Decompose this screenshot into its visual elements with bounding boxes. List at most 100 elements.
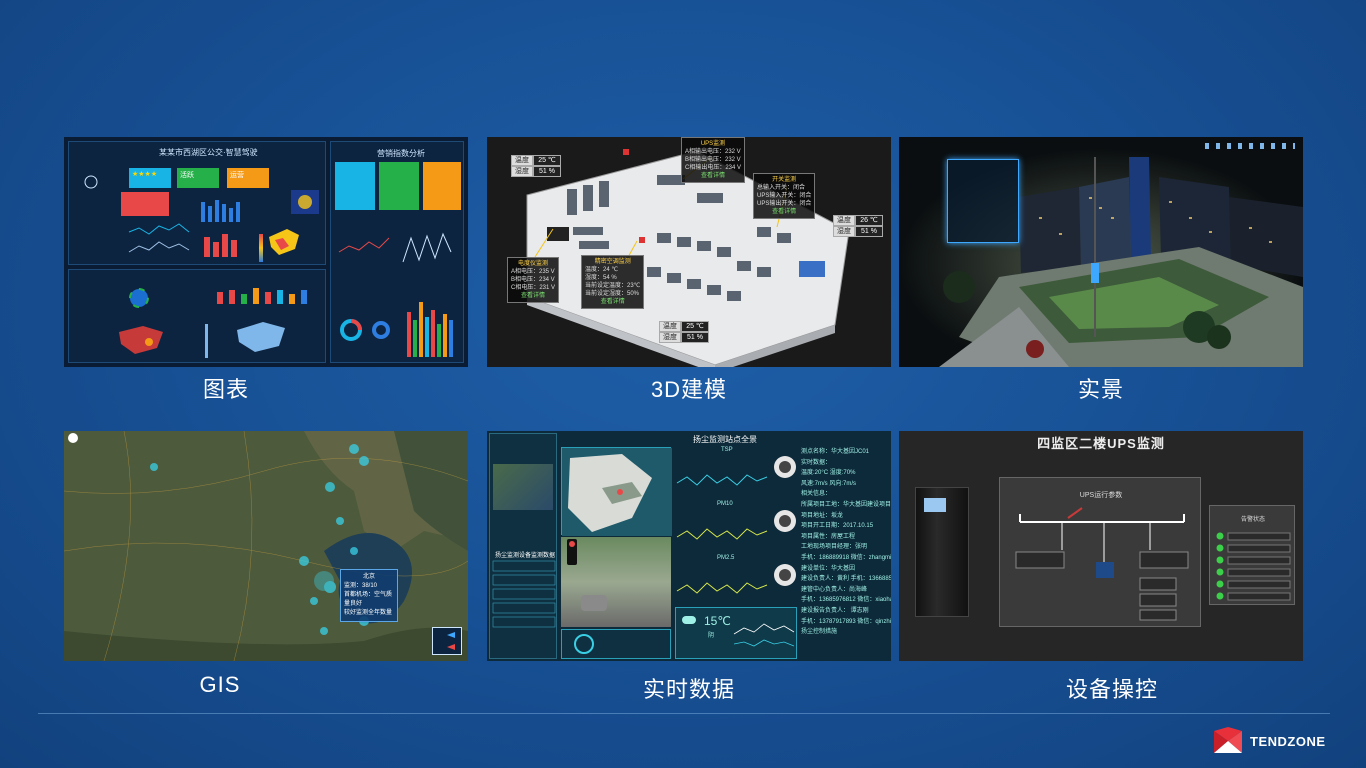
zoom-control[interactable] bbox=[68, 433, 78, 443]
temp-value: 25 ℃ bbox=[533, 155, 561, 166]
direction-pad-icon[interactable] bbox=[574, 634, 594, 654]
weather-panel: 15℃ 阴 bbox=[675, 607, 797, 659]
switch-monitor-label[interactable]: 开关监测 总输入开关：闭合 UPS输入开关：闭合 UPS输出开关：闭合 查看详情 bbox=[753, 173, 816, 219]
ups-params-panel[interactable]: UPS运行参数 bbox=[999, 477, 1201, 627]
dashboard-left-panel: 某某市西湖区公交·智慧驾驶 ★★★★ 活跃 运营 bbox=[68, 141, 326, 265]
real-scene-caption: 实景 bbox=[1077, 377, 1124, 402]
realtime-title: 扬尘监测站点全景 bbox=[693, 435, 757, 444]
ac-detail-link[interactable]: 查看详情 bbox=[585, 298, 640, 306]
meter-detail-link[interactable]: 查看详情 bbox=[511, 292, 555, 300]
alarm-status-panel[interactable]: 告警状态 bbox=[1209, 505, 1295, 605]
info-line: 建设负责人：黄利 手机：13668859701 bbox=[801, 576, 891, 583]
info-line: 建管中心负责人：尚海峰 bbox=[801, 586, 868, 593]
3d-model-caption: 3D建模 bbox=[650, 377, 728, 402]
device-control-caption: 设备操控 bbox=[1065, 677, 1158, 702]
switch-row: UPS输出开关：闭合 bbox=[757, 201, 812, 207]
info-line: 扬尘控制措施 bbox=[801, 629, 838, 636]
ups-row: A相输出电压：232 V bbox=[685, 149, 741, 155]
info-line: 工地现场项目经理：张明 bbox=[801, 544, 868, 551]
hum-key: 湿度 bbox=[833, 226, 855, 237]
brand-name: TENDZONE bbox=[1250, 734, 1326, 749]
map-thumbnail bbox=[493, 464, 553, 510]
realtime-data-tile[interactable]: 扬尘监测设备监测数据 扬尘监测站点全景 TSP PM10 PM2.5 15℃ 阴… bbox=[487, 431, 891, 661]
chart-label-pm25: PM2.5 bbox=[717, 555, 735, 561]
ups-detail-link[interactable]: 查看详情 bbox=[685, 172, 741, 180]
ups-row: C相输出电压：234 V bbox=[685, 165, 742, 171]
dashboard-bottom-chart bbox=[119, 288, 307, 358]
camera-view[interactable] bbox=[561, 537, 671, 627]
gis-caption: GIS bbox=[199, 672, 241, 697]
info-line: 手机：13685976812 微信：xiaohaifeng bbox=[801, 597, 891, 604]
toolbar-icons[interactable] bbox=[1205, 143, 1295, 149]
meter-row: C相电压：231 V bbox=[511, 285, 556, 291]
ac-monitor-label[interactable]: 精密空调监测 温度：24 ℃ 湿度：54 % 当前设定温度：23℃ 当前设定湿度… bbox=[581, 255, 645, 309]
temp-value: 25 ℃ bbox=[681, 321, 709, 332]
site-info-lines: 测点名称：华大基因JC01 实时数据： 温度:20°C 湿度:70% 风速:7m… bbox=[801, 447, 891, 638]
info-line: 建设单位：华大基因 bbox=[801, 565, 856, 572]
chart-caption: 图表 bbox=[202, 377, 249, 402]
info-line: 实时数据： bbox=[801, 459, 832, 466]
legend-blue-icon bbox=[447, 632, 455, 638]
temp-sensor[interactable]: 温度 25 ℃ 湿度 51 % bbox=[511, 155, 561, 177]
gis-popup-row: 较好监测全年数量 bbox=[344, 610, 393, 616]
ac-row: 温度：24 ℃ bbox=[585, 267, 619, 273]
meter-row: B相电压：234 V bbox=[511, 277, 555, 283]
traffic-light-icon bbox=[567, 539, 577, 565]
info-line: 温度:20°C 湿度:70% bbox=[801, 470, 856, 477]
site-map-drawing bbox=[562, 448, 672, 536]
dashboard-right-panel: 营销指数分析 bbox=[330, 141, 464, 363]
hum-value: 51 % bbox=[681, 332, 709, 343]
brand-logo: TENDZONE bbox=[1212, 725, 1332, 759]
dashboard-left-chart bbox=[84, 175, 319, 262]
dashboard-bottom-panel bbox=[68, 269, 326, 363]
legend-red-icon bbox=[447, 644, 455, 650]
weather-desc: 阴 bbox=[708, 633, 715, 639]
temp-sensor[interactable]: 温度 26 ℃ 湿度 51 % bbox=[833, 215, 883, 237]
gis-tile[interactable]: 北京 监测：38/10 首都机场：空气质量良好 较好监测全年数量 bbox=[64, 431, 468, 661]
hum-key: 湿度 bbox=[659, 332, 681, 343]
real-scene-tile[interactable] bbox=[899, 137, 1303, 367]
realtime-line-charts bbox=[676, 456, 796, 594]
ac-row: 当前设定湿度：50% bbox=[585, 291, 640, 297]
weather-temp: 15℃ bbox=[704, 614, 731, 628]
temp-sensor[interactable]: 温度 25 ℃ 湿度 51 % bbox=[659, 321, 709, 343]
site-map bbox=[561, 447, 672, 536]
switch-detail-link[interactable]: 查看详情 bbox=[757, 208, 811, 216]
info-line: 测点名称：华大基因JC01 bbox=[801, 449, 870, 455]
car-icon bbox=[581, 595, 607, 611]
gis-map bbox=[64, 431, 468, 661]
chart-tile[interactable]: 某某市西湖区公交·智慧驾驶 ★★★★ 活跃 运营 营销指数分析 bbox=[64, 137, 468, 367]
gis-popup-title: 北京 bbox=[362, 574, 375, 580]
realtime-data-caption: 实时数据 bbox=[642, 677, 735, 702]
temp-key: 温度 bbox=[511, 155, 533, 166]
dashboard-right-charts bbox=[338, 232, 453, 357]
meter-monitor-label[interactable]: 电度仪监测 A相电压：235 V B相电压：234 V C相电压：231 V 查… bbox=[507, 257, 560, 303]
temp-key: 温度 bbox=[659, 321, 681, 332]
temp-value: 26 ℃ bbox=[855, 215, 883, 226]
control-pad[interactable] bbox=[561, 629, 671, 659]
ups-monitor-title: UPS监测 bbox=[700, 141, 726, 147]
sensor-info-panel[interactable] bbox=[947, 159, 1019, 243]
info-line: 项目开工日期：2017.10.15 bbox=[801, 523, 874, 530]
meter-monitor-title: 电度仪监测 bbox=[518, 261, 549, 267]
ups-monitor-title: 四监区二楼UPS监测 bbox=[1037, 436, 1165, 451]
map-legend[interactable] bbox=[432, 627, 462, 655]
meter-row: A相电压：235 V bbox=[511, 269, 555, 275]
server-cabinet bbox=[915, 487, 969, 617]
3d-model-tile[interactable]: UPS监测 A相输出电压：232 V B相输出电压：232 V C相输出电压：2… bbox=[487, 137, 891, 367]
gis-popup-row: 首都机场：空气质量良好 bbox=[344, 592, 393, 607]
ac-row: 当前设定温度：23℃ bbox=[585, 283, 641, 289]
info-line: 建设报告负责人： 谭志刚 bbox=[801, 607, 869, 614]
hum-value: 51 % bbox=[533, 166, 561, 177]
ac-monitor-title: 精密空调监测 bbox=[594, 259, 631, 265]
ups-monitor-label[interactable]: UPS监测 A相输出电压：232 V B相输出电压：232 V C相输出电压：2… bbox=[681, 137, 746, 183]
gis-popup[interactable]: 北京 监测：38/10 首都机场：空气质量良好 较好监测全年数量 bbox=[340, 569, 398, 622]
cloud-icon bbox=[682, 616, 696, 624]
info-line: 手机：186889918 微信：zhangming bbox=[801, 554, 891, 561]
info-line: 项目地址：坂龙 bbox=[801, 512, 844, 519]
switch-row: UPS输入开关：闭合 bbox=[757, 193, 812, 199]
ups-row: B相输出电压：232 V bbox=[685, 157, 741, 163]
device-control-tile[interactable]: 四监区二楼UPS监测 UPS运行参数 告警状态 bbox=[899, 431, 1303, 661]
temp-key: 温度 bbox=[833, 215, 855, 226]
info-line: 项目属性：房屋工程 bbox=[801, 533, 856, 540]
